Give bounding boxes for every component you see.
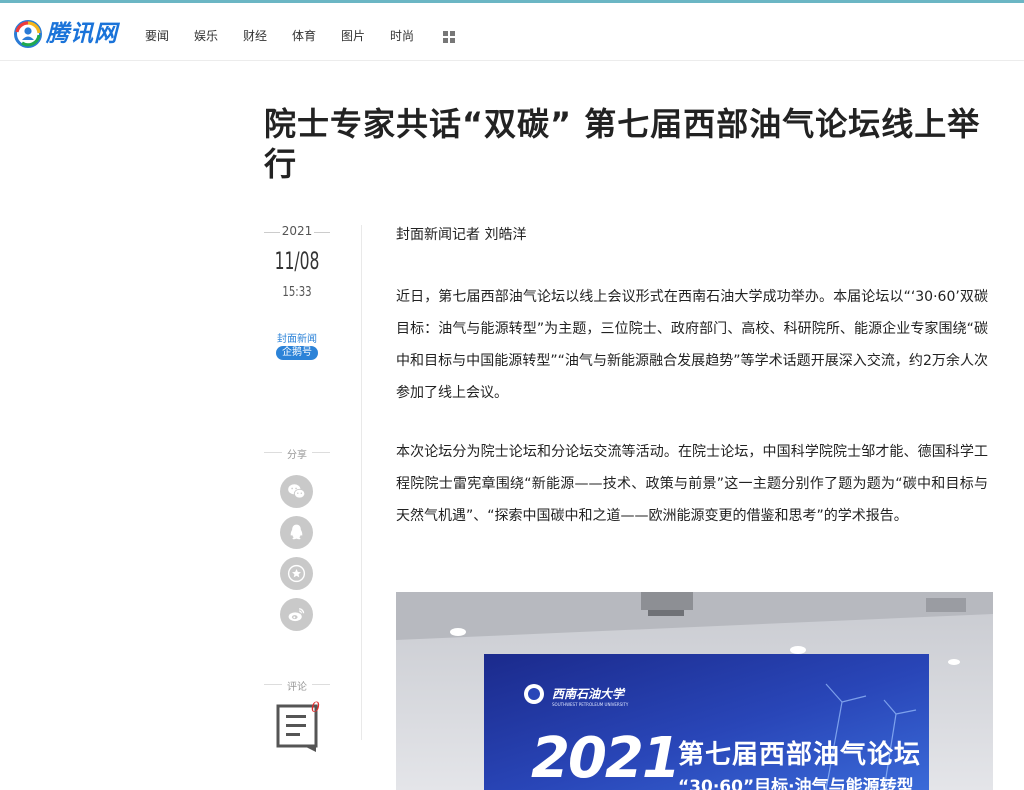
publish-time: 15:33 [282,285,312,300]
wechat-icon [288,484,306,499]
share-qq-button[interactable] [280,516,313,549]
favorite-star-icon [287,564,306,583]
article-title: 院士专家共话“双碳” 第七届西部油气论坛线上举行 [264,105,981,183]
tencent-logo-icon [14,20,42,48]
nav-item-sports[interactable]: 体育 [292,29,316,43]
nav-item-entertainment[interactable]: 娱乐 [194,29,218,43]
qq-icon [290,524,303,540]
photo-year: 2021 [531,726,681,790]
grid-icon[interactable] [443,31,455,43]
photo-forum-subtitle: “30·60”目标·油气与能源转型 [678,777,914,790]
photo-forum-title: 第七届西部油气论坛 [678,740,922,770]
top-navigation: 腾讯网 要闻 娱乐 财经 体育 图片 时尚 [0,3,1024,61]
source-link[interactable]: 封面新闻 [264,330,330,345]
article-photo: 西南石油大学 SOUTHWEST PETROLEUM UNIVERSITY 20… [396,592,993,790]
site-logo[interactable]: 腾讯网 [14,20,118,48]
favorite-button[interactable] [280,557,313,590]
site-logo-text: 腾讯网 [46,21,118,47]
share-label: 分享 [264,446,330,461]
share-wechat-button[interactable] [280,475,313,508]
comment-label: 评论 [264,678,330,693]
photo-university-en: SOUTHWEST PETROLEUM UNIVERSITY [552,702,629,707]
nav-item-fashion[interactable]: 时尚 [390,29,414,43]
comment-count[interactable]: 0 [311,700,320,716]
article-byline: 封面新闻记者 刘皓洋 [396,227,527,243]
nav-item-photos[interactable]: 图片 [341,29,365,43]
publish-year: 2021 [264,224,330,238]
nav-item-finance[interactable]: 财经 [243,29,267,43]
publish-date: 11/08 [274,247,320,275]
penguin-account-badge[interactable]: 企鹅号 [276,346,318,360]
share-weibo-button[interactable] [280,598,313,631]
nav-item-news[interactable]: 要闻 [145,29,169,43]
photo-university-name: 西南石油大学 [552,687,625,701]
weibo-icon [288,608,305,622]
column-divider [361,225,362,740]
article-paragraph: 本次论坛分为院士论坛和分论坛交流等活动。在院士论坛，中国科学院院士邹才能、德国科… [396,444,988,524]
article-paragraph: 近日，第七届西部油气论坛以线上会议形式在西南石油大学成功举办。本届论坛以“‘30… [396,289,988,401]
